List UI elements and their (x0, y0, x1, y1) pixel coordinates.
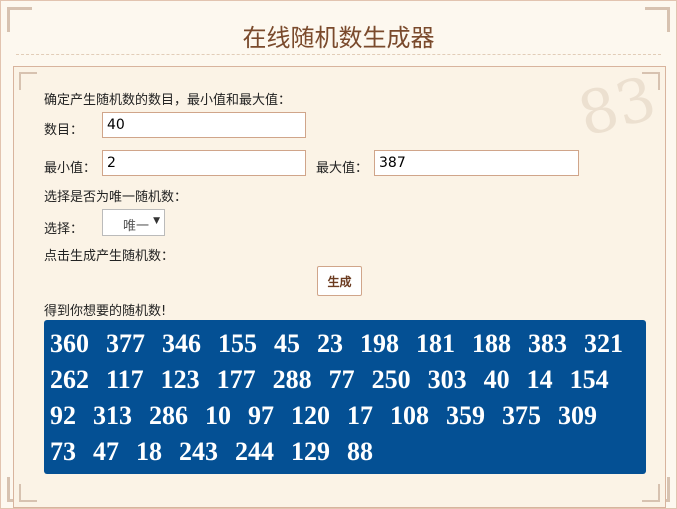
random-number: 10 (205, 401, 231, 430)
random-number: 383 (528, 329, 567, 358)
random-number: 117 (106, 365, 144, 394)
random-number: 288 (272, 365, 312, 394)
random-number: 243 (179, 437, 218, 466)
corner-ornament (19, 484, 37, 502)
random-number: 198 (360, 329, 399, 358)
random-number: 244 (235, 437, 274, 466)
unique-select[interactable]: 唯一 ▼ (102, 209, 165, 236)
generate-prompt: 点击生成产生随机数： (44, 249, 175, 264)
random-number: 45 (274, 329, 300, 358)
random-number: 286 (149, 401, 188, 430)
generate-button[interactable]: 生成 (317, 266, 362, 296)
random-number: 154 (569, 365, 609, 394)
random-number: 92 (50, 401, 76, 430)
random-number: 77 (328, 365, 355, 394)
page-title: 在线随机数生成器 (242, 24, 435, 52)
random-number: 188 (472, 329, 511, 358)
random-number: 108 (390, 401, 429, 430)
corner-ornament (642, 72, 660, 90)
unique-prompt: 选择是否为唯一随机数： (44, 190, 188, 205)
count-label: 数目： (44, 123, 84, 138)
select-label: 选择： (44, 222, 84, 237)
random-number: 88 (347, 437, 373, 466)
random-number: 375 (502, 401, 541, 430)
random-number: 360 (50, 329, 89, 358)
random-number: 321 (584, 329, 623, 358)
count-input[interactable] (102, 112, 306, 138)
corner-ornament (19, 72, 37, 90)
max-label: 最大值： (316, 161, 369, 176)
random-number: 262 (50, 365, 89, 394)
random-number: 47 (93, 437, 119, 466)
random-number: 359 (446, 401, 485, 430)
random-number: 181 (416, 329, 455, 358)
random-number: 73 (50, 437, 76, 466)
random-number: 17 (347, 401, 373, 430)
random-number: 18 (136, 437, 162, 466)
select-value: 唯一 (123, 219, 150, 234)
corner-ornament (642, 484, 660, 502)
result-box: 360 377 346 155 45 23 198 181 188 383 321 262 117 123… (44, 320, 646, 474)
chevron-down-icon: ▼ (153, 216, 160, 226)
random-number: 303 (427, 365, 467, 394)
max-input[interactable] (374, 150, 579, 176)
min-label: 最小值： (44, 161, 97, 176)
min-input[interactable] (102, 150, 306, 176)
result-label: 得到你想要的随机数! (44, 304, 167, 319)
random-number: 23 (317, 329, 343, 358)
divider (16, 54, 661, 55)
random-number: 177 (216, 365, 256, 394)
random-number: 123 (160, 365, 200, 394)
random-number: 250 (371, 365, 411, 394)
random-number: 97 (248, 401, 274, 430)
random-number: 155 (218, 329, 257, 358)
random-number: 120 (291, 401, 330, 430)
random-number: 309 (558, 401, 597, 430)
random-number: 377 (106, 329, 145, 358)
random-number: 14 (526, 365, 553, 394)
random-number: 129 (291, 437, 330, 466)
random-number: 40 (483, 365, 510, 394)
random-number: 313 (93, 401, 132, 430)
intro-text: 确定产生随机数的数目，最小值和最大值： (44, 93, 292, 108)
random-number: 346 (162, 329, 201, 358)
